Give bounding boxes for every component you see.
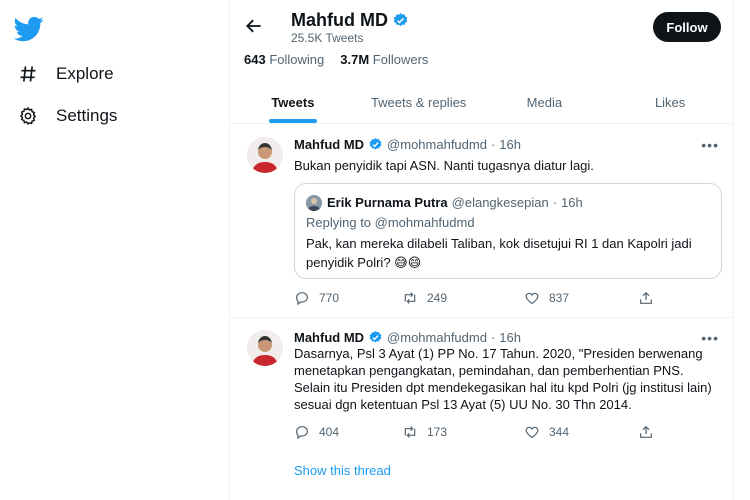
- quoted-author-name: Erik Purnama Putra: [327, 195, 448, 210]
- like-button[interactable]: 344: [524, 424, 569, 440]
- reply-count: 770: [319, 291, 340, 305]
- tweet[interactable]: Mahfud MD @mohmahfudmd · 16h ••• Dasarny…: [230, 318, 733, 500]
- tweet-header: Mahfud MD @mohmahfudmd · 16h: [294, 137, 521, 152]
- author-handle[interactable]: @mohmahfudmd: [387, 137, 487, 152]
- retweet-count: 249: [427, 291, 448, 305]
- sidebar-item-label: Settings: [56, 106, 118, 125]
- author-handle[interactable]: @mohmahfudmd: [387, 330, 487, 345]
- reply-icon: [296, 292, 308, 306]
- retweet-icon: [404, 426, 416, 438]
- more-options-icon[interactable]: •••: [701, 137, 719, 153]
- quoted-author-handle: @elangkesepian: [451, 195, 549, 210]
- retweet-button[interactable]: 173: [402, 424, 447, 440]
- tab-likes[interactable]: Likes: [607, 84, 733, 123]
- follow-button[interactable]: Follow: [653, 12, 721, 42]
- verified-badge-icon: [369, 330, 382, 343]
- hashtag-icon: [20, 66, 36, 82]
- separator-dot: ·: [552, 195, 558, 210]
- heart-icon: [525, 426, 539, 439]
- tab-tweets[interactable]: Tweets: [230, 84, 356, 123]
- tweet-header: Mahfud MD @mohmahfudmd · 16h: [294, 330, 521, 345]
- tweet-text: Bukan penyidik tapi ASN. Nanti tugasnya …: [294, 158, 594, 173]
- follow-stats: 643 Following 3.7M Followers: [244, 52, 428, 67]
- verified-badge-icon: [369, 137, 382, 150]
- like-button[interactable]: 837: [524, 290, 569, 306]
- sidebar-item-explore[interactable]: Explore: [18, 64, 114, 84]
- followers-link[interactable]: 3.7M Followers: [340, 52, 428, 67]
- back-arrow-icon[interactable]: [244, 16, 264, 36]
- avatar: [306, 195, 322, 211]
- tweet-time[interactable]: 16h: [499, 330, 521, 345]
- replying-to: Replying to @mohmahfudmd: [306, 215, 475, 230]
- more-options-icon[interactable]: •••: [701, 330, 719, 346]
- like-count: 837: [549, 291, 570, 305]
- tweet-time[interactable]: 16h: [499, 137, 521, 152]
- reply-count: 404: [319, 425, 340, 439]
- sidebar-item-label: Explore: [56, 64, 114, 83]
- reply-icon: [296, 426, 308, 440]
- quoted-tweet-text: Pak, kan mereka dilabeli Taliban, kok di…: [306, 236, 692, 270]
- share-icon: [640, 425, 652, 438]
- tweet-text: Dasarnya, Psl 3 Ayat (1) PP No. 17 Tahun…: [294, 346, 712, 412]
- tweet[interactable]: Mahfud MD @mohmahfudmd · 16h ••• Bukan p…: [230, 125, 733, 318]
- sidebar-item-settings[interactable]: Settings: [18, 106, 117, 126]
- reply-button[interactable]: 770: [294, 290, 339, 306]
- heart-icon: [525, 292, 539, 305]
- profile-timeline: Mahfud MD 25.5K Tweets Follow 643 Follow…: [229, 0, 734, 500]
- like-count: 344: [549, 425, 570, 439]
- share-button[interactable]: [638, 424, 654, 440]
- author-name[interactable]: Mahfud MD: [294, 330, 364, 345]
- twitter-logo[interactable]: [14, 14, 44, 44]
- profile-header-name: Mahfud MD: [291, 10, 409, 31]
- tweet-count: 25.5K Tweets: [291, 31, 364, 45]
- quoted-tweet-time: 16h: [561, 195, 583, 210]
- retweet-count: 173: [427, 425, 448, 439]
- reply-button[interactable]: 404: [294, 424, 339, 440]
- retweet-button[interactable]: 249: [402, 290, 447, 306]
- gear-icon: [19, 106, 37, 126]
- tab-tweets-replies[interactable]: Tweets & replies: [356, 84, 482, 123]
- separator-dot: ·: [490, 330, 496, 345]
- avatar[interactable]: [247, 137, 283, 173]
- following-link[interactable]: 643 Following: [244, 52, 324, 67]
- verified-badge-icon: [393, 13, 408, 27]
- profile-tabs: Tweets Tweets & replies Media Likes: [230, 84, 733, 124]
- share-button[interactable]: [638, 290, 654, 306]
- separator-dot: ·: [490, 137, 496, 152]
- retweet-icon: [404, 292, 416, 304]
- share-icon: [640, 291, 652, 304]
- avatar[interactable]: [247, 330, 283, 366]
- tab-media[interactable]: Media: [482, 84, 608, 123]
- quoted-tweet-header: Erik Purnama Putra @elangkesepian · 16h: [327, 195, 583, 210]
- show-thread-link[interactable]: Show this thread: [294, 463, 391, 478]
- author-name[interactable]: Mahfud MD: [294, 137, 364, 152]
- quoted-tweet[interactable]: Erik Purnama Putra @elangkesepian · 16h …: [294, 183, 722, 279]
- profile-name: Mahfud MD: [291, 10, 388, 30]
